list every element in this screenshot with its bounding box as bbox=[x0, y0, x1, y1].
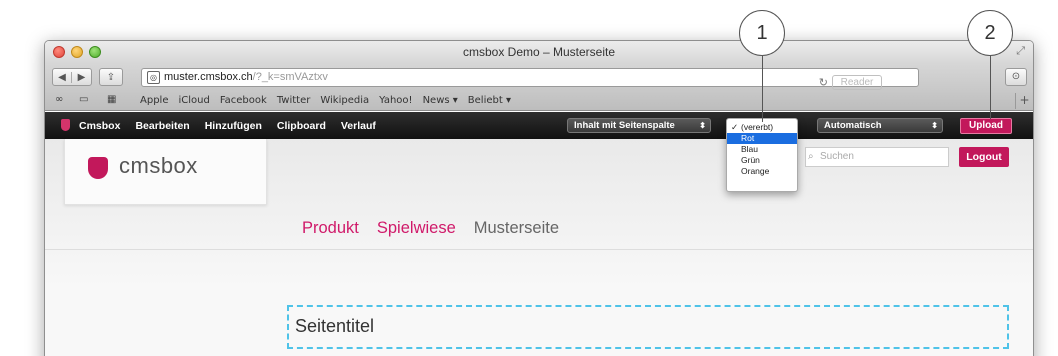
new-tab-button[interactable]: + bbox=[1015, 93, 1033, 109]
cmsbox-shield-icon bbox=[88, 157, 108, 179]
cmsbox-logo-icon bbox=[61, 119, 70, 131]
reader-button[interactable]: Reader bbox=[832, 75, 882, 90]
select-arrows-icon: ⬍ bbox=[931, 121, 938, 130]
layout-select[interactable]: Inhalt mit Seitenspalte ⬍ bbox=[567, 118, 711, 133]
logout-button[interactable]: Logout bbox=[959, 147, 1009, 167]
automatic-select-value: Automatisch bbox=[824, 120, 882, 131]
downloads-button[interactable]: ⊙ bbox=[1005, 68, 1027, 86]
forward-icon[interactable]: ▶ bbox=[72, 72, 91, 83]
bookmark-item[interactable]: Twitter bbox=[277, 95, 311, 106]
bookmark-item[interactable]: Wikipedia bbox=[320, 95, 369, 106]
layout-select-value: Inhalt mit Seitenspalte bbox=[574, 120, 675, 131]
select-arrows-icon: ⬍ bbox=[699, 121, 706, 130]
bookmark-list: Apple iCloud Facebook Twitter Wikipedia … bbox=[140, 95, 511, 106]
cms-admin-bar: Cmsbox Bearbeiten Hinzufügen Clipboard V… bbox=[45, 112, 1033, 139]
bookmark-item[interactable]: Beliebt ▾ bbox=[468, 95, 511, 106]
url-path: /?_k=smVAztxv bbox=[252, 71, 328, 83]
callout-line bbox=[990, 56, 991, 119]
main-navigation: Produkt Spielwiese Musterseite bbox=[302, 219, 559, 238]
bookmark-item[interactable]: Yahoo! bbox=[379, 95, 412, 106]
callout-1: 1 bbox=[739, 10, 785, 56]
fullscreen-icon[interactable]: ⤢ bbox=[1016, 45, 1025, 58]
bookmark-item[interactable]: Facebook bbox=[220, 95, 267, 106]
page-title: Seitentitel bbox=[295, 316, 375, 336]
reload-icon[interactable]: ↻ bbox=[819, 75, 828, 92]
downloads-icon: ⊙ bbox=[1011, 71, 1021, 82]
upload-button[interactable]: Upload bbox=[960, 118, 1012, 134]
bookmark-item[interactable]: iCloud bbox=[178, 95, 209, 106]
dropdown-option[interactable]: Blau bbox=[727, 144, 797, 155]
dropdown-option[interactable]: Grün bbox=[727, 155, 797, 166]
checkmark-icon: ✓ bbox=[731, 122, 739, 132]
address-bar[interactable]: ◎ muster.cmsbox.ch/?_k=smVAztxv ↻ Reader bbox=[141, 68, 919, 90]
color-dropdown: ✓ (vererbt) Rot Blau Grün Orange bbox=[726, 118, 798, 192]
dropdown-option[interactable]: Orange bbox=[727, 166, 797, 177]
cms-menu-item[interactable]: Cmsbox bbox=[79, 120, 120, 132]
share-button[interactable]: ⇪ bbox=[99, 68, 123, 86]
cms-menu-item[interactable]: Verlauf bbox=[341, 120, 376, 132]
nav-item-spielwiese[interactable]: Spielwiese bbox=[377, 219, 456, 238]
cms-menu: Cmsbox Bearbeiten Hinzufügen Clipboard V… bbox=[79, 120, 376, 132]
bookmarks-bar: ∞ ▭ ▦ Apple iCloud Facebook Twitter Wiki… bbox=[45, 91, 1033, 111]
cms-menu-item[interactable]: Hinzufügen bbox=[205, 120, 262, 132]
url-domain: muster.cmsbox.ch bbox=[164, 71, 253, 83]
search-placeholder: Suchen bbox=[820, 151, 854, 162]
back-forward-buttons: ◀ ▶ bbox=[52, 68, 92, 86]
logo-text: cmsbox bbox=[119, 153, 198, 178]
share-icon: ⇪ bbox=[106, 71, 116, 83]
title-bar: cmsbox Demo – Musterseite ⤢ bbox=[45, 41, 1033, 64]
top-sites-icon[interactable]: ▦ bbox=[107, 94, 116, 105]
window-title: cmsbox Demo – Musterseite bbox=[462, 45, 616, 59]
nav-item-musterseite[interactable]: Musterseite bbox=[474, 219, 559, 238]
back-icon[interactable]: ◀ bbox=[53, 71, 73, 83]
automatic-select[interactable]: Automatisch ⬍ bbox=[817, 118, 943, 133]
reading-list-icon[interactable]: ∞ bbox=[55, 94, 63, 105]
dropdown-option[interactable]: ✓ (vererbt) bbox=[727, 122, 797, 133]
callout-line bbox=[762, 56, 763, 122]
search-input[interactable]: ⌕ Suchen bbox=[805, 147, 949, 167]
editable-title-frame[interactable]: Seitentitel bbox=[287, 305, 1009, 349]
bookmark-item[interactable]: Apple bbox=[140, 95, 168, 106]
nav-item-produkt[interactable]: Produkt bbox=[302, 219, 359, 238]
search-icon: ⌕ bbox=[808, 151, 814, 162]
cms-menu-item[interactable]: Bearbeiten bbox=[135, 120, 189, 132]
callout-2: 2 bbox=[967, 10, 1013, 56]
dropdown-option[interactable]: Rot bbox=[727, 133, 797, 144]
nav-divider bbox=[45, 249, 1033, 250]
bookmark-item[interactable]: News ▾ bbox=[423, 95, 458, 106]
browser-toolbar: ◀ ▶ ⇪ ◎ muster.cmsbox.ch/?_k=smVAztxv ↻ … bbox=[45, 64, 1033, 91]
bookmarks-icon[interactable]: ▭ bbox=[79, 94, 88, 105]
cms-menu-item[interactable]: Clipboard bbox=[277, 120, 326, 132]
site-icon: ◎ bbox=[147, 71, 160, 84]
site-logo[interactable]: cmsbox bbox=[64, 139, 267, 205]
